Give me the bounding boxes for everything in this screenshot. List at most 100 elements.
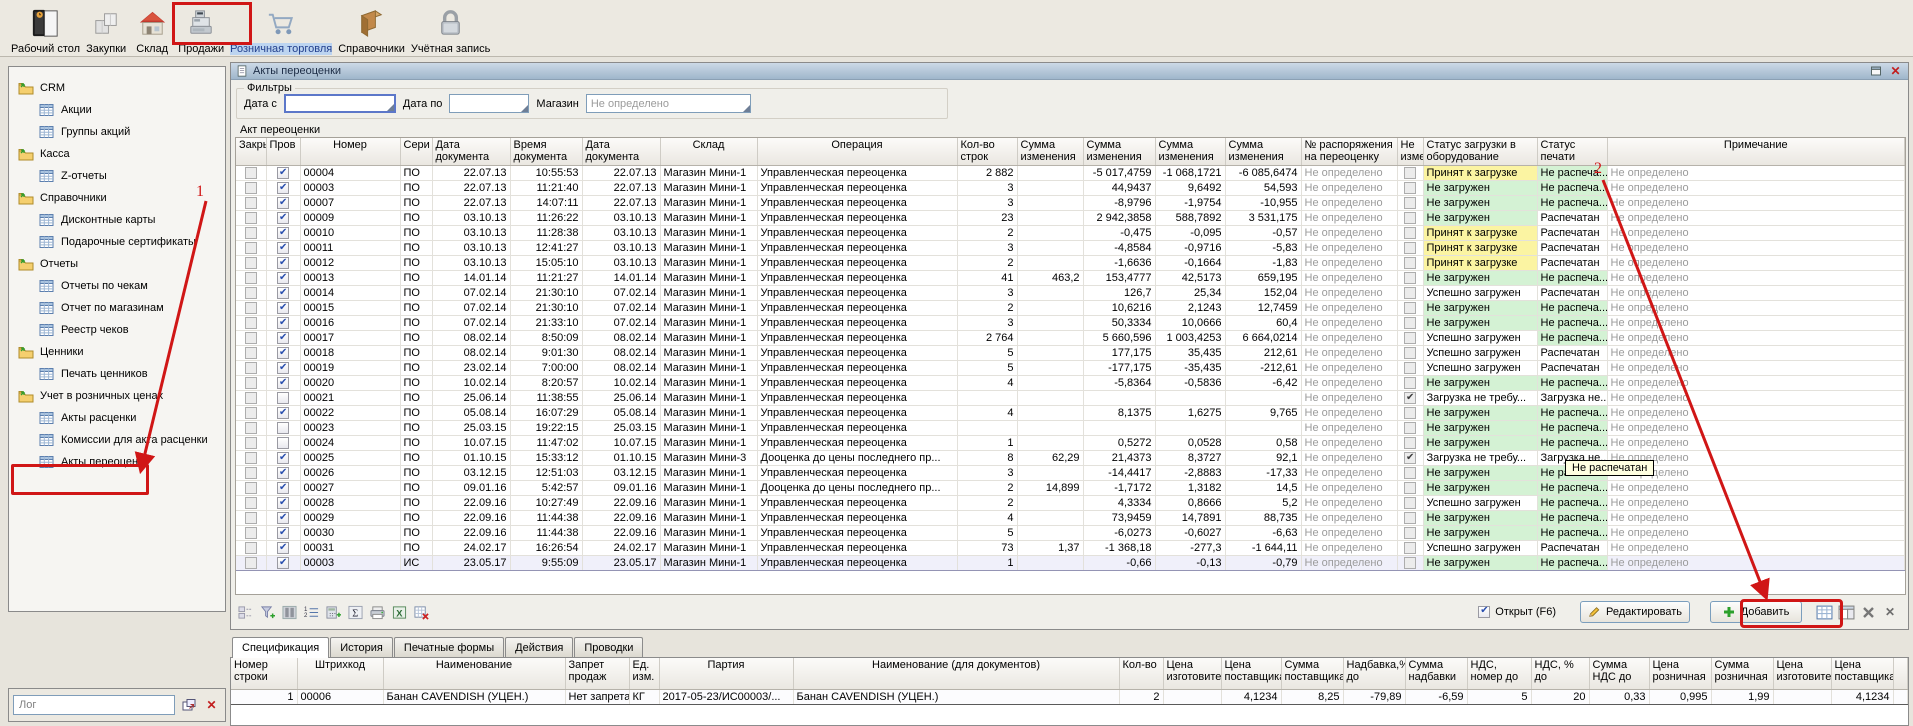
tab-2[interactable]: Печатные формы xyxy=(394,637,504,657)
column-header[interactable]: Номер строки xyxy=(231,658,297,689)
table-row[interactable]: 00019ПО23.02.147:00:0008.02.14Магазин Ми… xyxy=(236,360,1905,375)
checkbox[interactable] xyxy=(1404,377,1416,389)
checkbox[interactable] xyxy=(1404,467,1416,479)
column-header[interactable]: Сумма НДС до xyxy=(1589,658,1649,689)
checkbox[interactable] xyxy=(245,332,257,344)
checkbox[interactable] xyxy=(245,497,257,509)
column-header[interactable]: Примечание xyxy=(1607,138,1905,165)
table-row[interactable]: 00012ПО03.10.1315:05:1003.10.13Магазин М… xyxy=(236,255,1905,270)
column-header[interactable]: Время документа xyxy=(510,138,582,165)
tree-item[interactable]: Комиссии для акта расценки xyxy=(9,429,225,451)
checkbox[interactable] xyxy=(245,347,257,359)
column-header[interactable]: НДС, % до xyxy=(1531,658,1589,689)
delgrid-icon[interactable] xyxy=(411,603,431,621)
table-row[interactable]: 00007ПО22.07.1314:07:1122.07.13Магазин М… xyxy=(236,195,1905,210)
printer-icon[interactable] xyxy=(367,603,387,621)
column-header[interactable]: Кол-во xyxy=(1119,658,1163,689)
checkbox[interactable] xyxy=(1404,512,1416,524)
column-header[interactable]: Штрихкод xyxy=(297,658,383,689)
tree-folder[interactable]: Справочники xyxy=(9,187,225,209)
store-select[interactable]: Не определено xyxy=(586,94,751,113)
column-header[interactable]: Цена изготовите xyxy=(1773,658,1831,689)
panel-icon[interactable] xyxy=(1836,603,1856,621)
checkbox[interactable] xyxy=(1404,347,1416,359)
checkbox[interactable] xyxy=(1404,317,1416,329)
table-row[interactable]: 00009ПО03.10.1311:26:2203.10.13Магазин М… xyxy=(236,210,1905,225)
column-header[interactable]: Запрет продаж xyxy=(565,658,629,689)
column-header[interactable]: Не измен xyxy=(1397,138,1423,165)
tree-item[interactable]: Z-отчеты xyxy=(9,165,225,187)
sigma-icon[interactable]: Σ xyxy=(345,603,365,621)
column-header[interactable]: Дата документа xyxy=(582,138,660,165)
checkbox[interactable] xyxy=(277,377,289,389)
tab-4[interactable]: Проводки xyxy=(574,637,643,657)
checkbox[interactable] xyxy=(277,317,289,329)
column-header[interactable]: Статус загрузки в оборудование xyxy=(1423,138,1537,165)
table-row[interactable]: 00015ПО07.02.1421:30:1007.02.14Магазин М… xyxy=(236,300,1905,315)
column-header[interactable]: Статус печати xyxy=(1537,138,1607,165)
checkbox[interactable] xyxy=(1404,407,1416,419)
column-header[interactable]: Сумма изменения xyxy=(1155,138,1225,165)
checkbox[interactable] xyxy=(277,182,289,194)
tree-item[interactable]: Акты расценки xyxy=(9,407,225,429)
table-row[interactable]: 00030ПО22.09.1611:44:3822.09.16Магазин М… xyxy=(236,525,1905,540)
column-header[interactable]: Склад xyxy=(660,138,757,165)
close-icon[interactable]: ✕ xyxy=(1880,603,1900,621)
column-header[interactable]: Цена изготовите xyxy=(1163,658,1221,689)
checkbox[interactable] xyxy=(1404,242,1416,254)
checkbox[interactable] xyxy=(277,392,289,404)
checkbox[interactable] xyxy=(1404,272,1416,284)
table-row[interactable]: 00003ПО22.07.1311:21:4022.07.13Магазин М… xyxy=(236,180,1905,195)
checkbox[interactable] xyxy=(1404,332,1416,344)
table-row[interactable]: 00028ПО22.09.1610:27:4922.09.16Магазин М… xyxy=(236,495,1905,510)
table-row[interactable]: 00029ПО22.09.1611:44:3822.09.16Магазин М… xyxy=(236,510,1905,525)
column-header[interactable]: Номер xyxy=(300,138,400,165)
checkbox[interactable] xyxy=(245,317,257,329)
checkbox[interactable] xyxy=(1404,527,1416,539)
column-header[interactable]: Сумма изменения xyxy=(1225,138,1301,165)
filter-icon[interactable] xyxy=(257,603,277,621)
table-row[interactable]: 100006Банан CAVENDISH (УЦЕН.)Нет запрета… xyxy=(231,689,1908,704)
checkbox[interactable] xyxy=(1404,497,1416,509)
column-header[interactable]: Сумма розничная xyxy=(1711,658,1773,689)
tree-folder[interactable]: Касса xyxy=(9,143,225,165)
checkbox[interactable] xyxy=(245,182,257,194)
checkbox[interactable] xyxy=(277,497,289,509)
column-header[interactable]: Ед. изм. xyxy=(629,658,659,689)
checkbox[interactable] xyxy=(277,452,289,464)
checkbox[interactable] xyxy=(1404,212,1416,224)
tree-folder[interactable]: Отчеты xyxy=(9,253,225,275)
checkbox[interactable] xyxy=(277,302,289,314)
tree-folder[interactable]: Ценники xyxy=(9,341,225,363)
open-f6-checkbox[interactable]: Открыт (F6) xyxy=(1478,606,1556,618)
checkbox[interactable] xyxy=(277,542,289,554)
checkbox[interactable] xyxy=(245,167,257,179)
column-header[interactable]: Операция xyxy=(757,138,957,165)
checkbox[interactable] xyxy=(277,467,289,479)
checkbox[interactable] xyxy=(1404,422,1416,434)
checkbox[interactable] xyxy=(277,167,289,179)
checkbox[interactable] xyxy=(277,272,289,284)
column-header[interactable]: Закры xyxy=(236,138,266,165)
tab-0[interactable]: Спецификация xyxy=(232,637,329,658)
add-button[interactable]: Добавить xyxy=(1710,601,1802,623)
date-to-input[interactable] xyxy=(449,94,529,113)
checkbox[interactable] xyxy=(1404,167,1416,179)
checkbox[interactable] xyxy=(277,227,289,239)
table-row[interactable]: 00004ПО22.07.1310:55:5322.07.13Магазин М… xyxy=(236,165,1905,180)
checkbox[interactable] xyxy=(277,257,289,269)
table-row[interactable]: 00018ПО08.02.149:01:3008.02.14Магазин Ми… xyxy=(236,345,1905,360)
checkbox[interactable] xyxy=(277,347,289,359)
checkbox[interactable] xyxy=(245,467,257,479)
tree-item[interactable]: Группы акций xyxy=(9,121,225,143)
log-search-input[interactable]: Лог xyxy=(13,695,175,715)
tree-item[interactable]: Подарочные сертификаты xyxy=(9,231,225,253)
checkbox[interactable] xyxy=(277,407,289,419)
checkbox[interactable] xyxy=(277,437,289,449)
checkbox[interactable] xyxy=(245,407,257,419)
checkbox[interactable] xyxy=(1404,287,1416,299)
checkbox[interactable] xyxy=(277,527,289,539)
column-header[interactable]: Пров xyxy=(266,138,300,165)
checkbox[interactable] xyxy=(1404,362,1416,374)
column-header[interactable]: Сумма изменения xyxy=(1083,138,1155,165)
